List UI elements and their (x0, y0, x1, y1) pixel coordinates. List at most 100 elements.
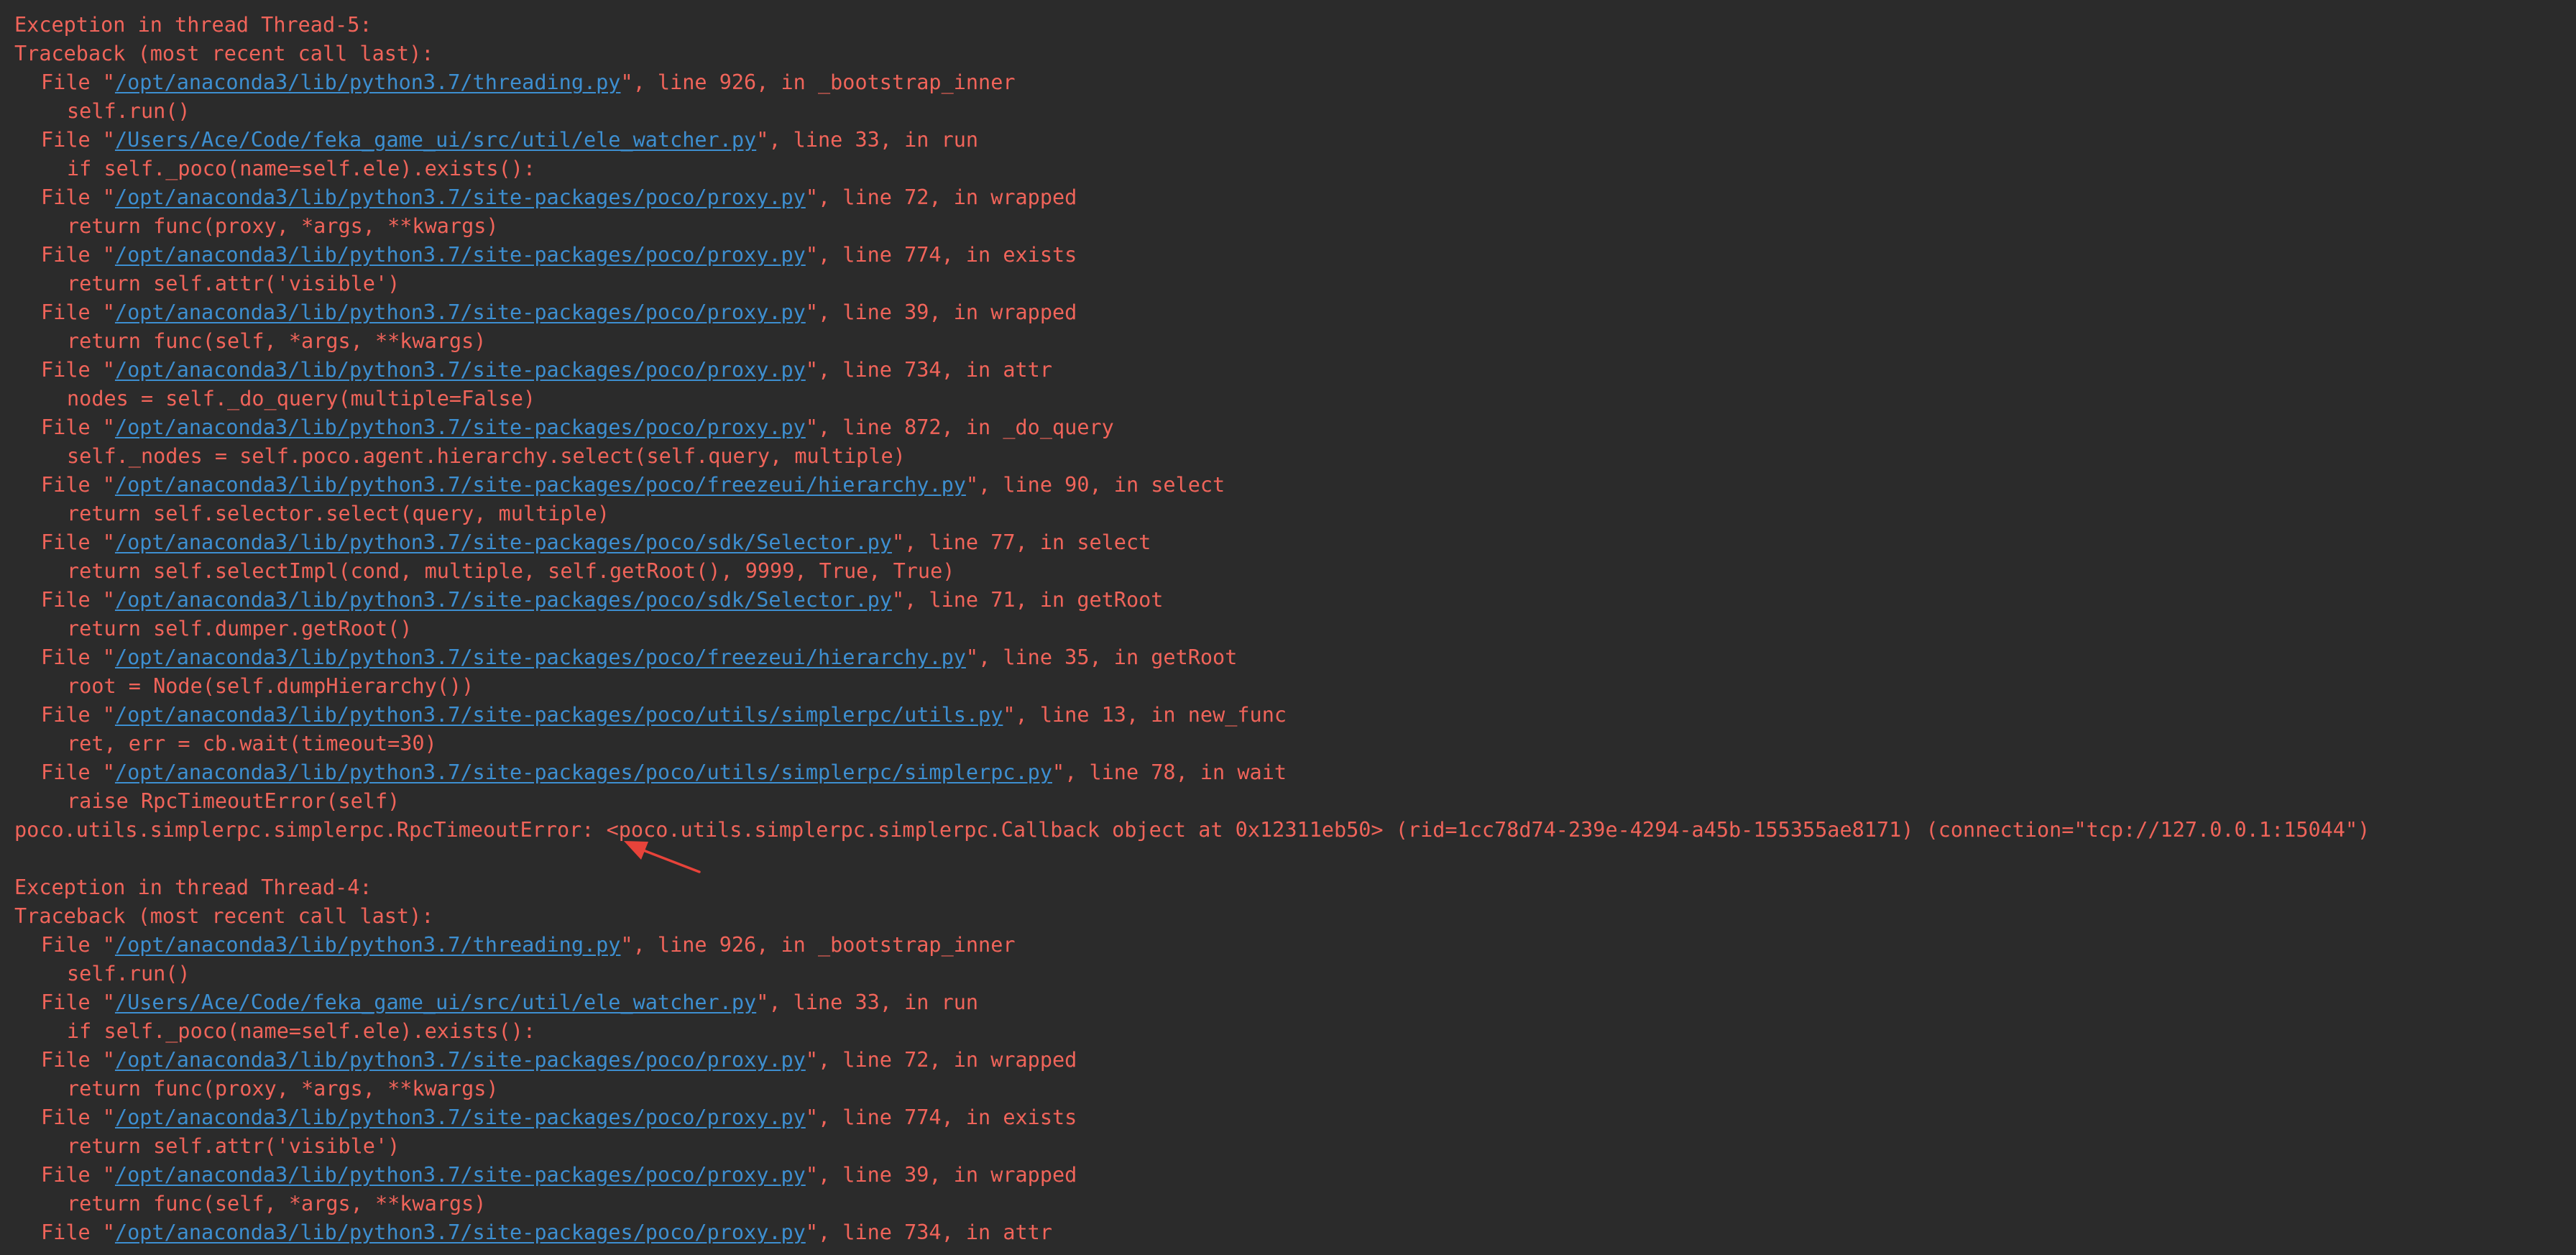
file-prefix: File " (41, 415, 115, 439)
file-path-link[interactable]: /opt/anaconda3/lib/python3.7/site-packag… (115, 1048, 806, 1072)
file-location-suffix: ", line 72, in wrapped (805, 185, 1077, 209)
source-code-line: return self.attr('visible') (14, 270, 2573, 298)
file-path-link[interactable]: /opt/anaconda3/lib/python3.7/site-packag… (115, 473, 966, 497)
file-prefix: File " (41, 185, 115, 209)
source-code-line: if self._poco(name=self.ele).exists(): (14, 1017, 2573, 1046)
file-location-suffix: ", line 39, in wrapped (805, 300, 1077, 324)
file-prefix: File " (41, 243, 115, 267)
traceback-file-line: File "/opt/anaconda3/lib/python3.7/site-… (14, 298, 2573, 327)
source-code-line-text: raise RpcTimeoutError(self) (67, 789, 400, 813)
traceback-file-line: File "/opt/anaconda3/lib/python3.7/threa… (14, 931, 2573, 960)
source-code-line: return self.attr('visible') (14, 1132, 2573, 1161)
source-code-line: return func(proxy, *args, **kwargs) (14, 1075, 2573, 1103)
source-code-line: return self.selector.select(query, multi… (14, 500, 2573, 528)
traceback-file-line: File "/opt/anaconda3/lib/python3.7/site-… (14, 1218, 2573, 1247)
console-output: Exception in thread Thread-5: Traceback (… (14, 11, 2573, 1247)
traceback-file-line: File "/opt/anaconda3/lib/python3.7/site-… (14, 356, 2573, 385)
traceback-file-line: File "/opt/anaconda3/lib/python3.7/site-… (14, 471, 2573, 500)
file-path-link[interactable]: /opt/anaconda3/lib/python3.7/site-packag… (115, 588, 892, 612)
file-path-link[interactable]: /opt/anaconda3/lib/python3.7/site-packag… (115, 1163, 806, 1187)
traceback-file-line: File "/opt/anaconda3/lib/python3.7/site-… (14, 1161, 2573, 1190)
file-location-suffix: ", line 774, in exists (805, 243, 1077, 267)
source-code-line: root = Node(self.dumpHierarchy()) (14, 672, 2573, 701)
source-code-line-text: if self._poco(name=self.ele).exists(): (67, 1019, 536, 1043)
source-code-line-text: if self._poco(name=self.ele).exists(): (67, 157, 536, 180)
traceback-header-text: Traceback (most recent call last): (14, 42, 434, 65)
file-location-suffix: ", line 90, in select (965, 473, 1225, 497)
file-prefix: File " (41, 530, 115, 554)
file-location-suffix: ", line 926, in _bootstrap_inner (620, 70, 1016, 94)
source-code-line: self.run() (14, 97, 2573, 126)
source-code-line-text: ret, err = cb.wait(timeout=30) (67, 732, 437, 755)
file-location-suffix: ", line 71, in getRoot (891, 588, 1164, 612)
source-code-line-text: return self.attr('visible') (67, 272, 400, 295)
file-location-suffix: ", line 33, in run (756, 128, 979, 152)
file-path-link[interactable]: /Users/Ace/Code/feka_game_ui/src/util/el… (115, 128, 756, 152)
file-path-link[interactable]: /opt/anaconda3/lib/python3.7/site-packag… (115, 760, 1052, 784)
file-path-link[interactable]: /opt/anaconda3/lib/python3.7/site-packag… (115, 530, 892, 554)
file-location-suffix: ", line 78, in wait (1052, 760, 1287, 784)
file-path-link[interactable]: /opt/anaconda3/lib/python3.7/site-packag… (115, 1105, 806, 1129)
traceback-file-line: File "/opt/anaconda3/lib/python3.7/site-… (14, 241, 2573, 270)
traceback-file-line: File "/Users/Ace/Code/feka_game_ui/src/u… (14, 988, 2573, 1017)
source-code-line: raise RpcTimeoutError(self) (14, 787, 2573, 816)
file-path-link[interactable]: /opt/anaconda3/lib/python3.7/site-packag… (115, 185, 806, 209)
source-code-line: return self.selectImpl(cond, multiple, s… (14, 557, 2573, 586)
exception-header: Exception in thread Thread-5: (14, 11, 2573, 40)
traceback-file-line: File "/opt/anaconda3/lib/python3.7/threa… (14, 68, 2573, 97)
file-location-suffix: ", line 77, in select (891, 530, 1151, 554)
file-path-link[interactable]: /opt/anaconda3/lib/python3.7/threading.p… (115, 933, 621, 957)
source-code-line-text: self.run() (67, 962, 190, 985)
file-prefix: File " (41, 473, 115, 497)
file-location-suffix: ", line 734, in attr (805, 1220, 1052, 1244)
error-message-line: poco.utils.simplerpc.simplerpc.RpcTimeou… (14, 816, 2573, 845)
file-path-link[interactable]: /opt/anaconda3/lib/python3.7/site-packag… (115, 243, 806, 267)
traceback-header: Traceback (most recent call last): (14, 40, 2573, 68)
file-path-link[interactable]: /opt/anaconda3/lib/python3.7/threading.p… (115, 70, 621, 94)
source-code-line: self.run() (14, 960, 2573, 988)
source-code-line-text: return self.selector.select(query, multi… (67, 502, 610, 525)
source-code-line-text: self.run() (67, 99, 190, 123)
source-code-line-text: return self.selectImpl(cond, multiple, s… (67, 559, 955, 583)
file-path-link[interactable]: /opt/anaconda3/lib/python3.7/site-packag… (115, 703, 1003, 727)
source-code-line: self._nodes = self.poco.agent.hierarchy.… (14, 442, 2573, 471)
file-prefix: File " (41, 300, 115, 324)
traceback-file-line: File "/Users/Ace/Code/feka_game_ui/src/u… (14, 126, 2573, 155)
traceback-header: Traceback (most recent call last): (14, 902, 2573, 931)
source-code-line: return func(self, *args, **kwargs) (14, 1190, 2573, 1218)
traceback-file-line: File "/opt/anaconda3/lib/python3.7/site-… (14, 701, 2573, 730)
source-code-line-text: return self.attr('visible') (67, 1134, 400, 1158)
file-location-suffix: ", line 872, in _do_query (805, 415, 1114, 439)
file-prefix: File " (41, 70, 115, 94)
source-code-line-text: return func(proxy, *args, **kwargs) (67, 1077, 499, 1100)
source-code-line-text: nodes = self._do_query(multiple=False) (67, 387, 536, 410)
traceback-file-line: File "/opt/anaconda3/lib/python3.7/site-… (14, 528, 2573, 557)
file-location-suffix: ", line 774, in exists (805, 1105, 1077, 1129)
traceback-file-line: File "/opt/anaconda3/lib/python3.7/site-… (14, 1046, 2573, 1075)
file-path-link[interactable]: /opt/anaconda3/lib/python3.7/site-packag… (115, 358, 806, 382)
file-location-suffix: ", line 35, in getRoot (965, 645, 1238, 669)
exception-header-text: Exception in thread Thread-5: (14, 13, 372, 37)
file-location-suffix: ", line 13, in new_func (1003, 703, 1287, 727)
file-path-link[interactable]: /opt/anaconda3/lib/python3.7/site-packag… (115, 645, 966, 669)
file-prefix: File " (41, 128, 115, 152)
traceback-file-line: File "/opt/anaconda3/lib/python3.7/site-… (14, 413, 2573, 442)
source-code-line-text: return func(self, *args, **kwargs) (67, 329, 487, 353)
file-prefix: File " (41, 760, 115, 784)
file-path-link[interactable]: /opt/anaconda3/lib/python3.7/site-packag… (115, 415, 806, 439)
file-path-link[interactable]: /opt/anaconda3/lib/python3.7/site-packag… (115, 300, 806, 324)
file-prefix: File " (41, 645, 115, 669)
traceback-file-line: File "/opt/anaconda3/lib/python3.7/site-… (14, 183, 2573, 212)
file-path-link[interactable]: /opt/anaconda3/lib/python3.7/site-packag… (115, 1220, 806, 1244)
file-location-suffix: ", line 734, in attr (805, 358, 1052, 382)
source-code-line-text: return func(self, *args, **kwargs) (67, 1192, 487, 1215)
source-code-line: return func(self, *args, **kwargs) (14, 327, 2573, 356)
file-prefix: File " (41, 933, 115, 957)
traceback-file-line: File "/opt/anaconda3/lib/python3.7/site-… (14, 1103, 2573, 1132)
file-prefix: File " (41, 1048, 115, 1072)
source-code-line: return func(proxy, *args, **kwargs) (14, 212, 2573, 241)
traceback-header-text: Traceback (most recent call last): (14, 904, 434, 928)
file-path-link[interactable]: /Users/Ace/Code/feka_game_ui/src/util/el… (115, 990, 756, 1014)
file-prefix: File " (41, 1105, 115, 1129)
